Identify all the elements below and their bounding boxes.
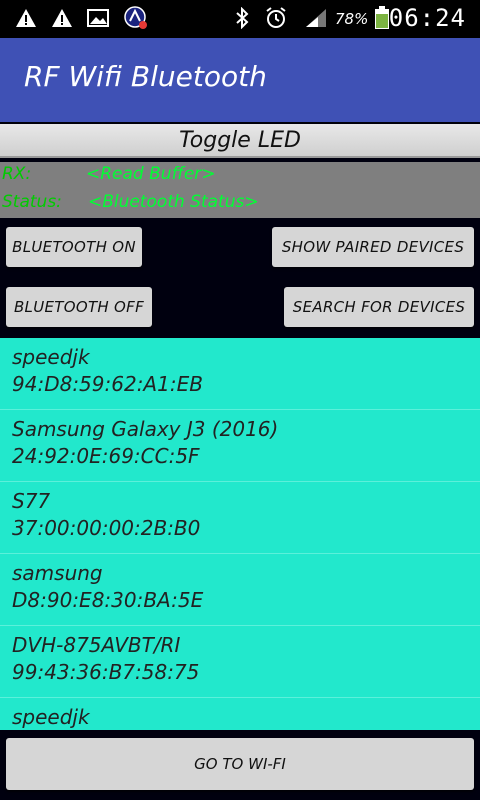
list-item[interactable]: Samsung Galaxy J3 (2016) 24:92:0E:69:CC:…: [0, 410, 480, 482]
info-panel: RX: <Read Buffer> Status: <Bluetooth Sta…: [0, 162, 480, 218]
list-item[interactable]: samsung D8:90:E8:30:BA:5E: [0, 554, 480, 626]
toggle-led-button[interactable]: Toggle LED: [0, 124, 480, 158]
device-list[interactable]: speedjk 94:D8:59:62:A1:EB Samsung Galaxy…: [0, 338, 480, 730]
battery-percent: 78%: [335, 10, 369, 28]
device-address: 99:43:36:B7:58:75: [12, 660, 200, 684]
device-address: D8:90:E8:30:BA:5E: [12, 588, 204, 612]
search-for-devices-button[interactable]: SEARCH FOR DEVICES: [284, 287, 474, 327]
rx-label: RX:: [2, 164, 32, 184]
warning-icon: [14, 6, 38, 30]
status-label: Status:: [2, 192, 62, 212]
list-item[interactable]: DVH-875AVBT/RI 99:43:36:B7:58:75: [0, 626, 480, 698]
clock: 06:24: [388, 4, 466, 32]
device-name: Samsung Galaxy J3 (2016): [12, 417, 279, 441]
status-value: <Bluetooth Status>: [88, 192, 259, 212]
signal-icon: [304, 6, 328, 30]
device-address: 24:92:0E:69:CC:5F: [12, 444, 200, 468]
list-item[interactable]: speedjk: [0, 698, 480, 730]
bluetooth-icon: [230, 6, 254, 30]
app-title: RF Wifi Bluetooth: [24, 60, 267, 93]
image-icon: [86, 6, 110, 30]
list-item[interactable]: speedjk 94:D8:59:62:A1:EB: [0, 338, 480, 410]
warning-icon: [50, 6, 74, 30]
device-name: S77: [12, 489, 51, 513]
device-address: 94:D8:59:62:A1:EB: [12, 372, 203, 396]
device-name: speedjk: [12, 705, 90, 729]
bluetooth-on-button[interactable]: BLUETOOTH ON: [6, 227, 142, 267]
go-to-wifi-button[interactable]: GO TO WI-FI: [6, 738, 474, 790]
bluetooth-off-button[interactable]: BLUETOOTH OFF: [6, 287, 152, 327]
device-name: DVH-875AVBT/RI: [12, 633, 181, 657]
status-bar: 78% 06:24: [0, 0, 480, 38]
device-name: speedjk: [12, 345, 90, 369]
rx-value: <Read Buffer>: [86, 164, 216, 184]
app-notification-icon: [124, 6, 148, 30]
device-name: samsung: [12, 561, 103, 585]
alarm-icon: [264, 6, 288, 30]
app-bar: RF Wifi Bluetooth: [0, 38, 480, 122]
device-address: 37:00:00:00:2B:B0: [12, 516, 201, 540]
show-paired-devices-button[interactable]: SHOW PAIRED DEVICES: [272, 227, 474, 267]
list-item[interactable]: S77 37:00:00:00:2B:B0: [0, 482, 480, 554]
